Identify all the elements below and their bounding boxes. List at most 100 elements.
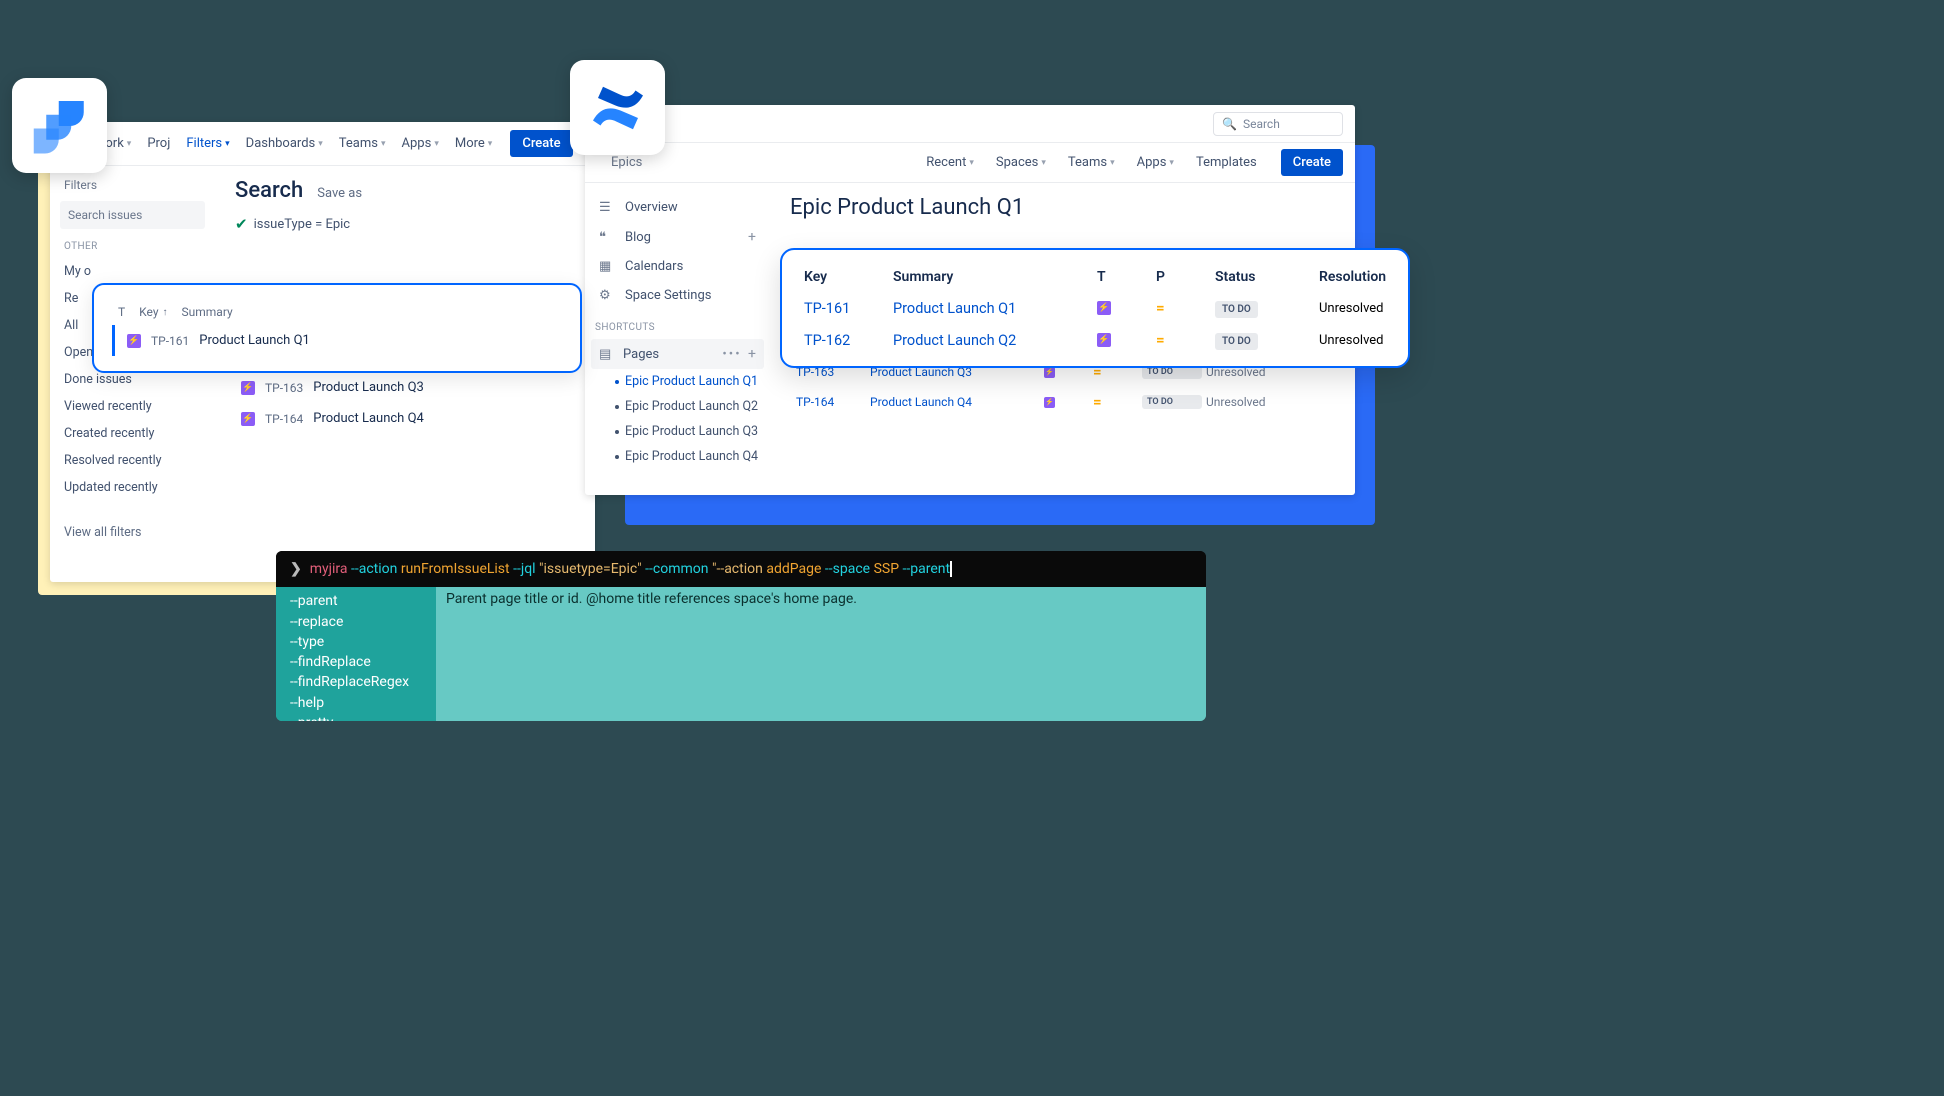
- epic-icon: ⚡: [127, 334, 141, 348]
- chevron-down-icon: ▾: [434, 139, 439, 149]
- epic-icon: ⚡: [1097, 301, 1111, 315]
- create-button[interactable]: Create: [1281, 149, 1343, 176]
- sidebar-section-other: OTHER: [64, 241, 205, 252]
- confluence-sidebar: ☰Overview ❝Blog+ ▦Calendars ⚙Space Setti…: [585, 183, 770, 479]
- breadcrumb[interactable]: Epics: [597, 155, 642, 170]
- sidebar-search[interactable]: Search issues: [60, 201, 205, 229]
- chevron-down-icon: ▾: [1110, 158, 1115, 168]
- epic-icon: ⚡: [241, 412, 255, 426]
- chevron-down-icon: ▾: [127, 139, 132, 149]
- side-blog[interactable]: ❝Blog+: [591, 222, 764, 252]
- jira-topnav: Your work▾ Proj Filters▾ Dashboards▾ Tea…: [50, 122, 595, 166]
- autocomplete-option[interactable]: --help: [290, 693, 422, 713]
- jira-highlight-overlay: T Key↑ Summary ⚡ TP-161 Product Launch Q…: [92, 283, 582, 373]
- status-badge: TO DO: [1215, 333, 1258, 350]
- add-icon[interactable]: +: [748, 229, 756, 245]
- sidebar-title: Filters: [60, 178, 205, 192]
- autocomplete-option[interactable]: --findReplace: [290, 652, 422, 672]
- nav-recent[interactable]: Recent▾: [920, 151, 980, 174]
- jira-icon: [30, 96, 90, 156]
- terminal-command-line[interactable]: ❯ myjira --action runFromIssueList --jql…: [276, 551, 1206, 587]
- add-icon[interactable]: +: [748, 346, 756, 362]
- page-child[interactable]: Epic Product Launch Q2: [591, 394, 764, 419]
- jira-logo-tile: [12, 78, 107, 173]
- chevron-down-icon: ▾: [1041, 158, 1046, 168]
- prompt-icon: ❯: [290, 561, 302, 577]
- side-calendars[interactable]: ▦Calendars: [591, 252, 764, 281]
- view-all-filters-link[interactable]: View all filters: [60, 519, 205, 546]
- nav-more[interactable]: More▾: [449, 132, 498, 155]
- create-button[interactable]: Create: [510, 130, 572, 157]
- nav-apps[interactable]: Apps▾: [396, 132, 445, 155]
- nav-templates[interactable]: Templates: [1190, 151, 1263, 174]
- confluence-topnav: Epics Recent▾ Spaces▾ Teams▾ Apps▾ Templ…: [585, 143, 1355, 183]
- jql-chip[interactable]: ✔issueType = Epic: [235, 215, 575, 233]
- cursor: [950, 561, 952, 577]
- issue-row[interactable]: ⚡TP-163Product Launch Q3: [235, 372, 575, 403]
- issue-row[interactable]: ⚡TP-164Product Launch Q4: [235, 403, 575, 434]
- autocomplete-option[interactable]: --replace: [290, 612, 422, 632]
- priority-icon: =: [1156, 299, 1211, 317]
- quote-icon: ❝: [599, 230, 615, 245]
- page-child[interactable]: Epic Product Launch Q3: [591, 419, 764, 444]
- list-icon: ☰: [599, 200, 615, 215]
- search-icon: 🔍: [1222, 117, 1237, 131]
- search-title: Search: [235, 178, 303, 203]
- confluence-logo-tile: [570, 60, 665, 155]
- table-row[interactable]: TP-161Product Launch Q1⚡=TO DOUnresolved: [804, 292, 1386, 324]
- status-badge: TO DO: [1142, 395, 1202, 409]
- chevron-down-icon: ▾: [969, 158, 974, 168]
- chevron-down-icon: ▾: [1169, 158, 1174, 168]
- epic-icon: ⚡: [1044, 397, 1055, 408]
- confluence-highlight-overlay: KeySummaryTPStatusResolution TP-161Produ…: [780, 248, 1410, 368]
- chevron-down-icon: ▾: [225, 139, 230, 149]
- sidebar-filter-item[interactable]: Updated recently: [60, 474, 205, 501]
- confluence-icon: [588, 78, 648, 138]
- page-title: Epic Product Launch Q1: [790, 195, 1335, 220]
- chevron-down-icon: ▾: [318, 139, 323, 149]
- page-child[interactable]: Epic Product Launch Q1: [591, 369, 764, 394]
- page-child[interactable]: Epic Product Launch Q4: [591, 444, 764, 469]
- table-row[interactable]: TP-162Product Launch Q2⚡=TO DOUnresolved: [804, 324, 1386, 356]
- gear-icon: ⚙: [599, 288, 615, 303]
- confluence-search[interactable]: 🔍Search: [1213, 112, 1343, 136]
- calendar-icon: ▦: [599, 259, 615, 274]
- side-pages[interactable]: ▤Pages••• +: [591, 339, 764, 369]
- priority-icon: =: [1156, 331, 1211, 349]
- nav-teams[interactable]: Teams▾: [333, 132, 392, 155]
- terminal-autocomplete: --parent --replace --type --findReplace …: [276, 587, 1206, 721]
- epic-icon: ⚡: [1044, 367, 1055, 378]
- nav-teams[interactable]: Teams▾: [1062, 151, 1121, 174]
- chevron-down-icon: ▾: [381, 139, 386, 149]
- side-space-settings[interactable]: ⚙Space Settings: [591, 281, 764, 310]
- nav-apps[interactable]: Apps▾: [1131, 151, 1180, 174]
- sidebar-filter-item[interactable]: My o: [60, 258, 205, 285]
- nav-dashboards[interactable]: Dashboards▾: [240, 132, 329, 155]
- side-shortcuts-label: SHORTCUTS: [595, 322, 764, 333]
- table-header: KeySummaryTPStatusResolution: [804, 262, 1386, 292]
- autocomplete-option[interactable]: --type: [290, 632, 422, 652]
- epic-icon: ⚡: [1097, 333, 1111, 347]
- issue-row-highlighted[interactable]: ⚡ TP-161 Product Launch Q1: [112, 325, 562, 356]
- autocomplete-option[interactable]: --pretty: [290, 713, 422, 721]
- priority-icon: =: [1093, 393, 1138, 411]
- terminal-window: ❯ myjira --action runFromIssueList --jql…: [276, 551, 1206, 721]
- page-icon: ▤: [599, 347, 615, 362]
- autocomplete-option[interactable]: --findReplaceRegex: [290, 672, 422, 692]
- table-row[interactable]: TP-164Product Launch Q4⚡=TO DOUnresolved: [790, 387, 1335, 417]
- more-icon[interactable]: •••: [722, 347, 741, 362]
- chevron-down-icon: ▾: [488, 139, 493, 149]
- sidebar-filter-item[interactable]: Viewed recently: [60, 393, 205, 420]
- nav-filters[interactable]: Filters▾: [180, 132, 235, 155]
- save-as-link[interactable]: Save as: [317, 186, 362, 201]
- side-overview[interactable]: ☰Overview: [591, 193, 764, 222]
- sort-arrow-icon: ↑: [163, 307, 168, 318]
- status-badge: TO DO: [1215, 301, 1258, 318]
- sidebar-filter-item[interactable]: Created recently: [60, 420, 205, 447]
- epic-icon: ⚡: [241, 381, 255, 395]
- nav-spaces[interactable]: Spaces▾: [990, 151, 1052, 174]
- check-icon: ✔: [235, 215, 248, 233]
- autocomplete-option[interactable]: --parent: [290, 591, 422, 611]
- sidebar-filter-item[interactable]: Resolved recently: [60, 447, 205, 474]
- nav-projects[interactable]: Proj: [141, 132, 176, 155]
